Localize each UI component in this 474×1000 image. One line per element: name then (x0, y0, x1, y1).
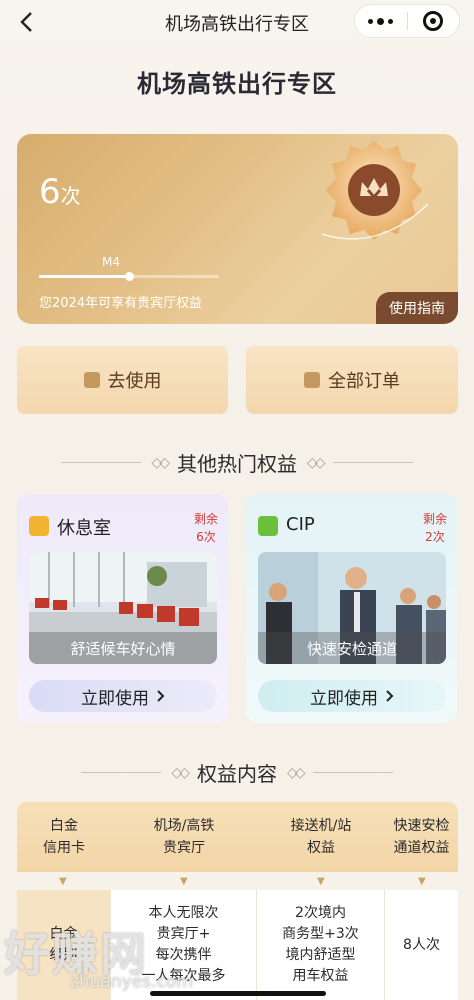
remaining-badge: 剩余 6次 (193, 512, 218, 544)
level-progress-dot (125, 272, 134, 281)
down-arrow-icon: ▼ (418, 876, 426, 887)
level-progress-fill (39, 275, 129, 278)
section-title-hot: 其他热门权益 (177, 452, 297, 476)
down-arrow-icon: ▼ (317, 876, 325, 887)
table-cell: 8人次 (403, 936, 440, 953)
benefit-card-lounge: 休息室 剩余 6次 舒适候车好心情 立即使用 (17, 494, 228, 723)
order-icon (304, 372, 320, 388)
go-use-label: 去使用 (107, 371, 162, 392)
cip-photo: 快速安检通道 (258, 552, 446, 664)
home-indicator (150, 991, 326, 996)
benefit-card-cip: CIP 剩余 2次 快速安检通道 立即使用 (246, 494, 457, 723)
photo-caption: 快速安检通道 (258, 632, 446, 664)
remaining-badge: 剩余 2次 (422, 512, 447, 544)
ticket-icon (83, 372, 100, 388)
divider-line (81, 772, 162, 773)
cip-icon (258, 516, 278, 536)
table-cell: 2次境内 商务型+3次 境内舒适型 用车权益 (257, 890, 385, 1000)
lounge-photo: 舒适候车好心情 (29, 552, 217, 664)
remaining-count: 6次 (39, 172, 81, 212)
crown-badge-icon (321, 140, 429, 240)
benefit-name: CIP (286, 514, 315, 535)
card-description: 您2024年可享有贵宾厅权益 (39, 296, 203, 311)
table-arrows: ▼ ▼ ▼ ▼ (17, 876, 458, 890)
all-orders-button[interactable]: 全部订单 (246, 346, 458, 414)
ornament-icon: ◇◇ (171, 764, 189, 781)
benefit-name: 休息室 (57, 518, 111, 539)
ornament-icon: ◇◇ (151, 454, 169, 471)
divider-line (312, 772, 393, 773)
table-header-cell: 机场/高铁 贵宾厅 (153, 818, 215, 856)
go-use-button[interactable]: 去使用 (17, 346, 228, 414)
mini-program-capsule (354, 4, 460, 38)
down-arrow-icon: ▼ (180, 876, 188, 887)
down-arrow-icon: ▼ (59, 876, 67, 887)
close-mini-program-icon[interactable] (407, 5, 459, 37)
watermark-url: zhuanyes.com (70, 972, 193, 992)
membership-card: 6次 M4 您2024年可享有贵宾厅权益 使用指南 (17, 134, 458, 324)
page-title: 机场高铁出行专区 (137, 70, 337, 98)
usage-guide-button[interactable]: 使用指南 (376, 292, 458, 324)
lounge-icon (29, 516, 49, 536)
chevron-right-icon (157, 690, 165, 702)
divider-line (61, 462, 142, 463)
table-header-cell: 接送机/站 权益 (290, 818, 352, 856)
table-header-cell: 白金 信用卡 (43, 818, 85, 856)
section-title-content: 权益内容 (197, 762, 277, 786)
ornament-icon: ◇◇ (287, 764, 305, 781)
section-header-hot: ◇◇ 其他热门权益 ◇◇ (0, 448, 474, 477)
use-now-button[interactable]: 立即使用 (258, 680, 446, 712)
benefit-table-header: 白金 信用卡 机场/高铁 贵宾厅 接送机/站 权益 快速安检 通道权益 (17, 802, 458, 872)
table-header-cell: 快速安检 通道权益 (393, 818, 450, 856)
more-icon[interactable] (355, 5, 407, 37)
level-label: M4 (102, 255, 120, 269)
all-orders-label: 全部订单 (328, 371, 400, 392)
level-progress-bar (39, 272, 219, 281)
ornament-icon: ◇◇ (307, 454, 325, 471)
chevron-right-icon (386, 690, 394, 702)
photo-caption: 舒适候车好心情 (29, 632, 217, 664)
use-now-button[interactable]: 立即使用 (29, 680, 217, 712)
nav-bar: 机场高铁出行专区 (0, 0, 474, 44)
divider-line (332, 462, 413, 463)
section-header-content: ◇◇ 权益内容 ◇◇ (0, 758, 474, 787)
